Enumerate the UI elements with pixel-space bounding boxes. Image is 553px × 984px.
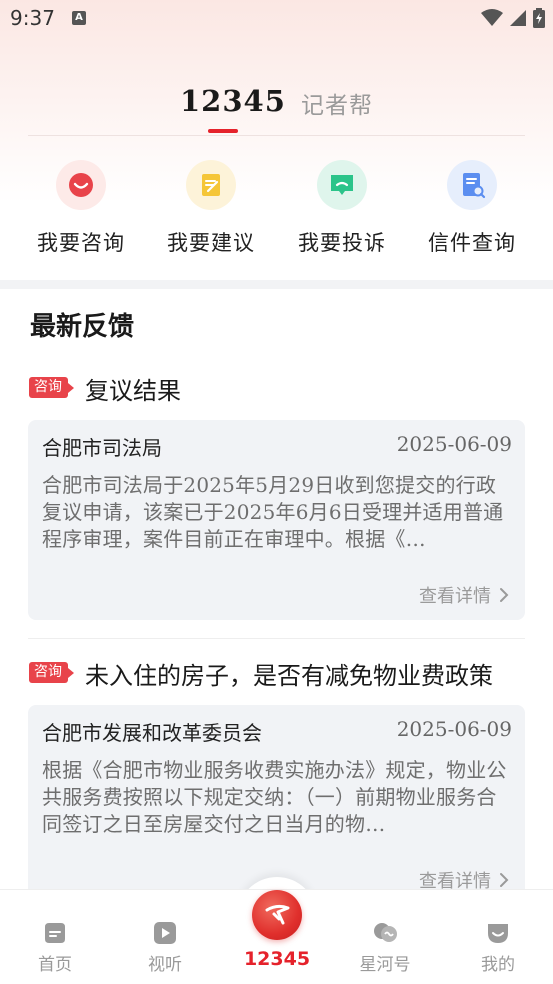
nav-label: 视听 bbox=[148, 955, 182, 975]
chat-smile-icon bbox=[56, 160, 106, 210]
nav-mine[interactable]: 我的 bbox=[443, 890, 553, 975]
note-edit-icon bbox=[186, 160, 236, 210]
reply-text: 合肥市司法局于2025年5月29日收到您提交的行政复议申请，该案已于2025年6… bbox=[42, 473, 504, 551]
reply-text: 根据《合肥市物业服务收费实施办法》规定，物业公共服务费按照以下规定交纳：（一）前… bbox=[42, 758, 507, 836]
action-letter-query[interactable]: 信件查询 bbox=[407, 160, 537, 257]
action-suggest[interactable]: 我要建议 bbox=[146, 160, 276, 257]
nav-label: 星河号 bbox=[359, 955, 411, 975]
tabs-divider bbox=[28, 135, 525, 136]
nav-label-active[interactable]: 12345 bbox=[226, 948, 328, 970]
reply-date: 2025-06-09 bbox=[396, 432, 512, 456]
feedback-item[interactable]: 咨询 复议结果 合肥市司法局 2025-06-09 合肥市司法局于2025年5月… bbox=[28, 368, 525, 620]
tab-reporter-help[interactable]: 记者帮 bbox=[301, 86, 373, 120]
top-tabs: 12345 记者帮 bbox=[0, 80, 553, 135]
wifi-icon bbox=[481, 9, 503, 26]
nav-12345-button[interactable] bbox=[252, 890, 302, 940]
action-label: 我要投诉 bbox=[298, 231, 386, 255]
view-details-link[interactable]: 查看详情 bbox=[419, 582, 509, 608]
view-details-label: 查看详情 bbox=[419, 586, 491, 607]
signal-icon bbox=[510, 10, 526, 26]
reply-date: 2025-06-09 bbox=[396, 717, 512, 741]
action-complain[interactable]: 我要投诉 bbox=[277, 160, 407, 257]
hotline-logo-icon bbox=[265, 904, 290, 925]
play-icon bbox=[152, 920, 178, 946]
quick-actions: 我要咨询 我要建议 我要投诉 信件查询 bbox=[0, 160, 553, 260]
status-bar: 9:37 A bbox=[0, 0, 553, 38]
feedback-title[interactable]: 未入住的房子，是否有减免物业费政策 bbox=[85, 656, 493, 691]
item-divider bbox=[28, 638, 525, 639]
status-time: 9:37 bbox=[10, 6, 55, 30]
profile-smile-icon bbox=[485, 920, 511, 946]
nav-media[interactable]: 视听 bbox=[110, 890, 220, 975]
document-search-icon bbox=[447, 160, 497, 210]
section-title: 最新反馈 bbox=[30, 312, 135, 342]
nav-home[interactable]: 首页 bbox=[0, 890, 110, 975]
section-gap bbox=[0, 280, 553, 289]
status-icons bbox=[481, 8, 545, 28]
feedback-header: 咨询 未入住的房子，是否有减免物业费政策 bbox=[28, 653, 525, 693]
feedback-title[interactable]: 复议结果 bbox=[85, 371, 181, 406]
active-tab-indicator bbox=[208, 129, 238, 133]
action-consult[interactable]: 我要咨询 bbox=[16, 160, 146, 257]
chat-bubbles-icon bbox=[372, 920, 398, 946]
category-tag: 咨询 bbox=[29, 662, 74, 683]
nav-xinghe[interactable]: 星河号 bbox=[330, 890, 440, 975]
battery-icon bbox=[533, 8, 545, 28]
nav-label: 我的 bbox=[481, 955, 515, 975]
chevron-right-icon bbox=[500, 873, 509, 887]
reply-card[interactable]: 合肥市发展和改革委员会 2025-06-09 根据《合肥市物业服务收费实施办法》… bbox=[28, 705, 525, 905]
action-label: 信件查询 bbox=[428, 231, 516, 255]
action-label: 我要建议 bbox=[167, 231, 255, 255]
reply-org: 合肥市发展和改革委员会 bbox=[42, 721, 262, 745]
tab-12345[interactable]: 12345 bbox=[180, 84, 286, 118]
feedback-header: 咨询 复议结果 bbox=[28, 368, 525, 408]
notification-a-icon: A bbox=[72, 11, 86, 25]
home-doc-icon bbox=[42, 920, 68, 946]
reply-org: 合肥市司法局 bbox=[42, 436, 162, 460]
nav-label: 首页 bbox=[38, 955, 72, 975]
message-complaint-icon bbox=[317, 160, 367, 210]
action-label: 我要咨询 bbox=[37, 231, 125, 255]
reply-card[interactable]: 合肥市司法局 2025-06-09 合肥市司法局于2025年5月29日收到您提交… bbox=[28, 420, 525, 620]
feedback-item[interactable]: 咨询 未入住的房子，是否有减免物业费政策 合肥市发展和改革委员会 2025-06… bbox=[28, 653, 525, 905]
category-tag: 咨询 bbox=[29, 377, 74, 398]
chevron-right-icon bbox=[500, 588, 509, 602]
